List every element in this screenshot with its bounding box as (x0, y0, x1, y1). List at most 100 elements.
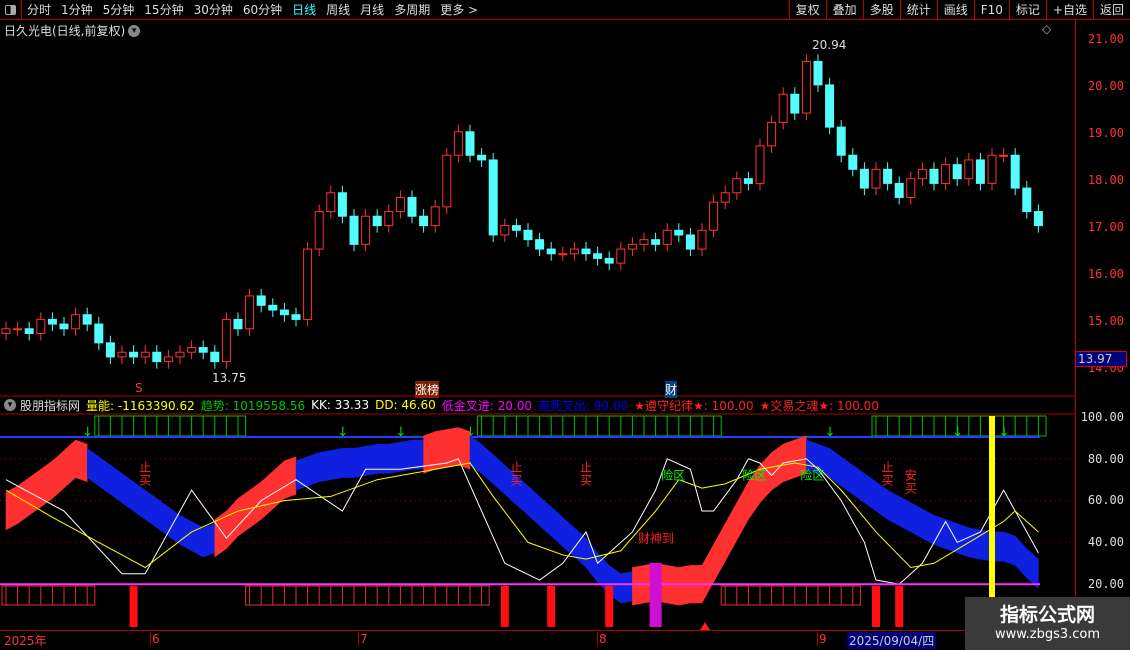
green-arrow-icon: ↓ (395, 425, 406, 440)
candle-body (13, 328, 23, 331)
candle-body (581, 248, 591, 255)
trend-band-segment (539, 495, 552, 537)
candle-body (140, 351, 150, 358)
buy-signal-bar (129, 586, 138, 627)
indicator-tick: 40.00 (1087, 535, 1124, 550)
green-arrow-icon: ↓ (952, 425, 963, 440)
indicator-value: 高死叉出: 90.00 (538, 398, 629, 413)
trend-band-segment (330, 448, 343, 480)
candle-body (627, 243, 637, 250)
candle-body (999, 154, 1009, 157)
candle-body (871, 168, 881, 189)
low-price-label: 13.75 (212, 371, 247, 385)
trend-band-segment (1003, 531, 1016, 566)
candle-body (442, 154, 452, 208)
price-tick: 18.00 (1087, 173, 1124, 187)
green-arrow-icon: ↓ (82, 425, 93, 440)
candle-body (1010, 154, 1020, 189)
candle-body (117, 351, 127, 358)
candle-body (778, 93, 788, 123)
trend-band-segment (736, 480, 749, 542)
candle-body (836, 126, 846, 156)
indicator-name: 股朋指标网 (20, 398, 81, 413)
trend-band-segment (527, 485, 540, 527)
price-tick: 15.00 (1087, 314, 1124, 328)
candle-body (279, 309, 289, 316)
date-label: 2025年 (4, 634, 47, 648)
candle-body (801, 60, 811, 114)
buy-signal-bar (500, 586, 509, 627)
indicator-value: ★交易之魂★: 100.00 (759, 398, 879, 413)
trend-band-segment (144, 489, 158, 529)
price-axis: 21.00 20.00 19.00 18.00 17.00 16.00 15.00 14.00… (1075, 20, 1130, 630)
candle-body (221, 318, 231, 363)
candle-body (372, 215, 382, 227)
candle-body (24, 328, 34, 334)
trend-band-segment (52, 449, 65, 500)
candle-body (268, 304, 278, 311)
indicator-value: KK: 33.33 (311, 398, 370, 412)
candle-body (975, 159, 985, 184)
candle-body (407, 196, 417, 217)
candle-body (337, 192, 347, 217)
trend-band-segment (156, 498, 169, 537)
trend-band-segment (388, 441, 401, 474)
candle-body (929, 168, 939, 184)
candle-body (82, 314, 92, 325)
wealth-signal-label: 财神到 (638, 531, 674, 545)
trend-band-segment (678, 565, 691, 606)
trend-band-segment (724, 501, 738, 563)
candle-body (36, 318, 46, 334)
date-label: 7 (358, 632, 368, 646)
trend-band-segment (191, 521, 204, 558)
candle-body (1, 328, 11, 334)
trend-band-segment (469, 435, 482, 474)
last-price-label: 13.97 (1075, 351, 1127, 367)
candle-body (1033, 211, 1043, 227)
candle-body (651, 239, 661, 245)
candle-body (697, 229, 707, 250)
diamond-icon[interactable]: ◇ (1042, 22, 1051, 36)
candle-body (732, 178, 742, 194)
risk-zone-signal: 险区 (661, 468, 685, 483)
trend-band-segment (922, 508, 935, 545)
buy-signal-bar (872, 586, 880, 627)
trend-band-segment (98, 456, 111, 495)
price-tick: 19.00 (1087, 126, 1124, 140)
green-arrow-icon: ↓ (825, 425, 836, 440)
indicator-value: DD: 46.60 (375, 398, 436, 412)
trend-band-segment (110, 464, 123, 504)
candle-body (604, 257, 614, 264)
candle-body (825, 84, 835, 128)
candle-body (883, 168, 893, 184)
candle-body (952, 164, 962, 180)
candle-body (198, 347, 208, 353)
candle-body (384, 211, 394, 227)
trend-band-segment (28, 468, 42, 516)
date-label: 9 (817, 632, 827, 646)
indicator-tick: 80.00 (1087, 451, 1124, 466)
trend-band-segment (318, 450, 332, 483)
chart-canvas: ↓ ↓ ↓ ↓ ↓ ↓ ↓止买止买止买止买 安买险区 险区 险区财神到 (0, 54, 1075, 630)
candle-body (685, 234, 695, 250)
candle-body (894, 182, 904, 198)
trend-band-segment (202, 523, 216, 558)
trend-band-segment (632, 565, 645, 606)
watermark: 指标公式网 www.zbgs3.com (965, 597, 1130, 650)
candle-body (395, 196, 405, 213)
candle-body (941, 164, 951, 184)
candle-body (848, 154, 858, 170)
chevron-down-icon[interactable]: ▾ (4, 399, 16, 411)
trend-band-segment (400, 439, 413, 472)
candle-body (361, 215, 371, 245)
indicator-value: 量能: -1163390.62 (86, 398, 195, 413)
candle-body (511, 225, 521, 231)
current-date: 2025/09/04/四 (847, 632, 937, 649)
candle-body (813, 60, 823, 86)
trend-band-segment (840, 456, 854, 495)
candle-body (616, 248, 626, 264)
candle-body (488, 159, 498, 236)
candle-body (569, 248, 579, 255)
candle-body (94, 323, 104, 344)
top-signal-block (477, 415, 722, 437)
